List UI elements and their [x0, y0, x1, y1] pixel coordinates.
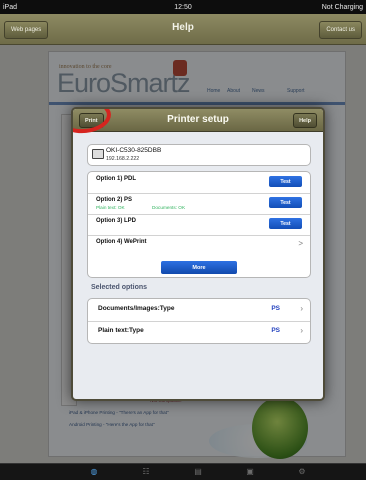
selected-options-list: Documents/Images:Type PS › Plain text:Ty… — [87, 298, 311, 344]
printer-options-list: Option 1) PDL Test Option 2) PS Plain te… — [87, 171, 311, 278]
option-row-weprint[interactable]: Option 4) WePrint > — [88, 235, 310, 256]
documents-type-label: Documents/Images:Type — [98, 305, 175, 312]
option-label: Option 4) WePrint — [96, 239, 147, 245]
option-label: Option 3) LPD — [96, 218, 136, 224]
printer-ip: 192.168.2.222 — [106, 156, 140, 162]
option-row-pdl[interactable]: Option 1) PDL Test — [88, 172, 310, 194]
page-title: Help — [172, 22, 194, 33]
film-icon[interactable]: ▤ — [192, 467, 204, 477]
plain-text-type-row[interactable]: Plain text:Type PS › — [88, 321, 310, 343]
battery-status: Not Charging — [321, 3, 363, 11]
plain-text-type-label: Plain text:Type — [98, 327, 144, 334]
test-button-ps[interactable]: Test — [269, 197, 302, 208]
settings-icon[interactable]: ⚙ — [296, 467, 308, 477]
option-label: Option 1) PDL — [96, 176, 136, 182]
test-button-pdl[interactable]: Test — [269, 176, 302, 187]
globe-icon[interactable]: ◍ — [88, 467, 100, 477]
plain-text-status: Plain text: OK — [96, 205, 125, 210]
test-button-lpd[interactable]: Test — [269, 218, 302, 229]
printer-icon — [92, 149, 104, 159]
help-button[interactable]: Help — [293, 113, 317, 128]
tab-bar: ◍ ☷ ▤ ▣ ⚙ — [0, 463, 366, 480]
chevron-right-icon: › — [300, 326, 303, 335]
plain-text-type-value: PS — [271, 327, 280, 334]
printer-name: OKI-C530-825DBB — [106, 147, 162, 154]
option-row-lpd[interactable]: Option 3) LPD Test — [88, 214, 310, 236]
people-icon[interactable]: ☷ — [140, 467, 152, 477]
camera-icon[interactable]: ▣ — [244, 467, 256, 477]
clock: 12:50 — [174, 3, 192, 11]
contact-us-button[interactable]: Contact us — [319, 21, 362, 39]
chevron-right-icon: > — [298, 239, 303, 248]
top-nav-bar: Web pages Help Contact us — [0, 14, 366, 45]
selected-options-title: Selected options — [91, 284, 148, 291]
option-row-ps[interactable]: Option 2) PS Plain text: OK Documents: O… — [88, 193, 310, 215]
printer-setup-dialog: Print Printer setup Help OKI-C530-825DBB… — [71, 107, 325, 401]
more-button[interactable]: More — [161, 261, 237, 274]
option-label: Option 2) PS — [96, 197, 132, 203]
status-bar: iPad 12:50 Not Charging — [0, 0, 366, 14]
documents-type-value: PS — [271, 305, 280, 312]
documents-type-row[interactable]: Documents/Images:Type PS › — [88, 299, 310, 322]
chevron-right-icon: › — [300, 304, 303, 313]
selected-printer[interactable]: OKI-C530-825DBB 192.168.2.222 — [87, 144, 311, 166]
documents-status: Documents: OK — [152, 205, 186, 210]
